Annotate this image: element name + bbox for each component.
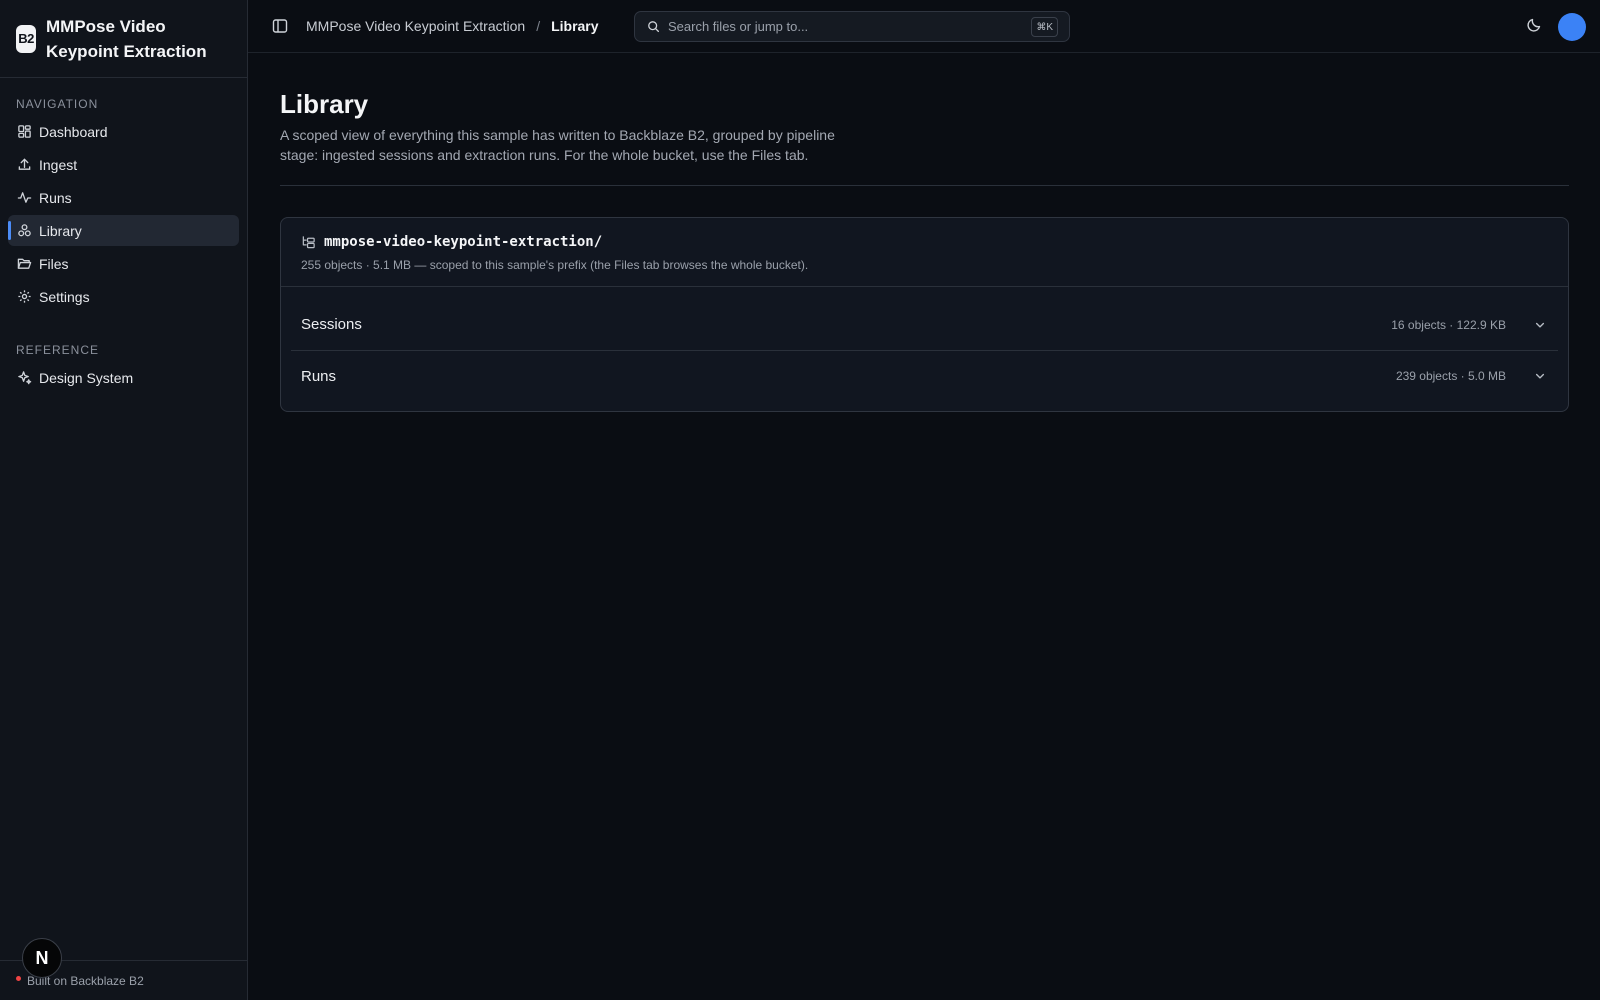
- search-input[interactable]: Search files or jump to... ⌘K: [634, 11, 1070, 42]
- sidebar-item-label: Library: [39, 222, 82, 239]
- brand[interactable]: B2 MMPose Video Keypoint Extraction: [0, 0, 247, 78]
- divider: [280, 185, 1569, 186]
- b2-logo: B2: [16, 24, 36, 53]
- app-title: MMPose Video Keypoint Extraction: [46, 16, 207, 61]
- topbar: MMPose Video Keypoint Extraction / Libra…: [248, 0, 1600, 53]
- moon-icon[interactable]: [1526, 17, 1544, 35]
- breadcrumb-separator: /: [536, 18, 541, 34]
- library-icon: [16, 223, 32, 239]
- breadcrumb-item-app[interactable]: MMPose Video Keypoint Extraction: [306, 18, 525, 34]
- sparkles-icon: [16, 370, 32, 386]
- search-icon: [647, 20, 660, 33]
- status-dot: [16, 976, 21, 981]
- group-list: Sessions 16 objects · 122.9 KB Runs 239 …: [281, 287, 1568, 411]
- sidebar-item-label: Files: [39, 255, 69, 272]
- group-summary: 16 objects · 122.9 KB: [1391, 318, 1548, 332]
- gear-icon: [16, 289, 32, 305]
- dashboard-icon: [16, 124, 32, 140]
- card-meta: 255 objects · 5.1 MB — scoped to this sa…: [301, 258, 809, 272]
- card-header: mmpose-video-keypoint-extraction/ 255 ob…: [281, 218, 1568, 287]
- main-content: Library A scoped view of everything this…: [280, 53, 1569, 412]
- sidebar-item-design-system[interactable]: Design System: [8, 362, 239, 393]
- sidebar-item-label: Runs: [39, 189, 72, 206]
- navigation-label: NAVIGATION: [16, 97, 99, 111]
- sidebar-toggle-icon[interactable]: [272, 17, 290, 35]
- sidebar-item-library[interactable]: Library: [8, 215, 239, 246]
- card-title-row: mmpose-video-keypoint-extraction/: [301, 234, 1548, 250]
- upload-icon: [16, 157, 32, 173]
- chevron-down-icon[interactable]: [1534, 318, 1548, 332]
- sidebar-item-label: Settings: [39, 288, 90, 305]
- breadcrumb-item-library: Library: [551, 18, 599, 34]
- nav-section: NAVIGATION Dashboard Ingest Runs Library: [0, 94, 247, 393]
- group-stats: 16 objects · 122.9 KB: [1391, 317, 1506, 332]
- group-label: Runs: [301, 367, 337, 385]
- avatar[interactable]: [1558, 13, 1586, 41]
- sidebar-item-dashboard[interactable]: Dashboard: [8, 116, 239, 147]
- bucket-prefix: mmpose-video-keypoint-extraction/: [324, 234, 603, 250]
- sidebar-item-label: Dashboard: [39, 123, 108, 140]
- group-label: Sessions: [301, 316, 362, 333]
- page-title: Library: [280, 89, 369, 119]
- library-card: mmpose-video-keypoint-extraction/ 255 ob…: [280, 217, 1569, 412]
- sidebar: B2 MMPose Video Keypoint Extraction NAVI…: [0, 0, 248, 1000]
- chevron-down-icon[interactable]: [1534, 369, 1548, 383]
- activity-icon: [16, 190, 32, 206]
- sidebar-item-runs[interactable]: Runs: [8, 182, 239, 213]
- sidebar-item-label: Ingest: [39, 156, 78, 173]
- group-summary: 239 objects · 5.0 MB: [1396, 369, 1548, 383]
- n-badge-icon[interactable]: N: [22, 938, 62, 978]
- sidebar-item-ingest[interactable]: Ingest: [8, 149, 239, 180]
- search-placeholder: Search files or jump to...: [668, 19, 809, 34]
- folder-tree-icon: [301, 235, 316, 250]
- page-description: A scoped view of everything this sample …: [280, 127, 835, 163]
- sidebar-item-files[interactable]: Files: [8, 248, 239, 279]
- sidebar-item-settings[interactable]: Settings: [8, 281, 239, 312]
- sidebar-item-label: Design System: [39, 369, 134, 386]
- search-shortcut: ⌘K: [1031, 17, 1058, 37]
- group-row-runs[interactable]: Runs 239 objects · 5.0 MB: [291, 350, 1558, 401]
- group-row-sessions[interactable]: Sessions 16 objects · 122.9 KB: [291, 299, 1558, 350]
- reference-label: REFERENCE: [16, 343, 100, 357]
- folder-open-icon: [16, 256, 32, 272]
- breadcrumb: MMPose Video Keypoint Extraction / Libra…: [306, 18, 599, 34]
- group-stats: 239 objects · 5.0 MB: [1395, 369, 1506, 383]
